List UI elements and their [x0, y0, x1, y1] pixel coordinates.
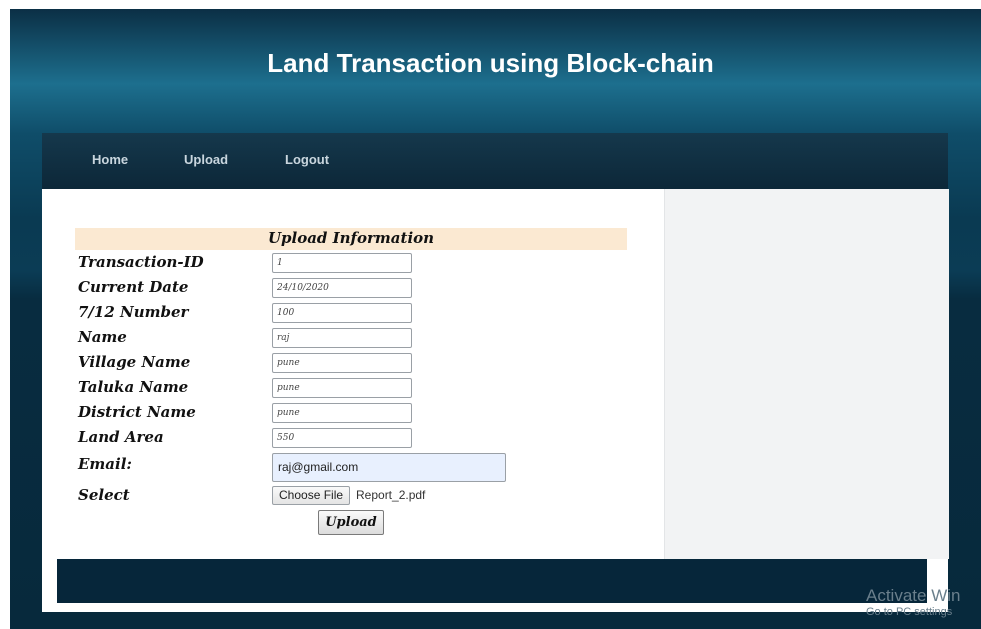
name-label: Name — [78, 328, 127, 346]
taluka-name-input[interactable]: pune — [272, 378, 412, 398]
land-area-label: Land Area — [78, 428, 164, 446]
email-label: Email: — [78, 455, 132, 473]
village-name-input[interactable]: pune — [272, 353, 412, 373]
district-name-label: District Name — [78, 403, 196, 421]
land-area-input[interactable]: 550 — [272, 428, 412, 448]
survey-number-label: 7/12 Number — [78, 303, 189, 321]
watermark-subtitle: Go to PC settings — [866, 606, 953, 618]
survey-number-input[interactable]: 100 — [272, 303, 412, 323]
nav-home-link[interactable]: Home — [92, 152, 128, 167]
selected-file-name: Report_2.pdf — [356, 488, 426, 502]
name-input[interactable]: raj — [272, 328, 412, 348]
district-name-input[interactable]: pune — [272, 403, 412, 423]
footer-bar — [57, 559, 927, 603]
current-date-label: Current Date — [78, 278, 189, 296]
taluka-name-label: Taluka Name — [78, 378, 189, 396]
transaction-id-input[interactable]: 1 — [272, 253, 412, 273]
form-title-bar: Upload Information — [75, 228, 627, 250]
form-title: Upload Information — [267, 229, 435, 247]
current-date-input[interactable]: 24/10/2020 — [272, 278, 412, 298]
nav-upload-link[interactable]: Upload — [184, 152, 228, 167]
nav-bar: Home Upload Logout — [42, 133, 948, 189]
upload-button[interactable]: Upload — [318, 510, 384, 535]
village-name-label: Village Name — [78, 353, 191, 371]
transaction-id-label: Transaction-ID — [78, 253, 204, 271]
email-input[interactable]: raj@gmail.com — [272, 453, 506, 482]
content-panel: Upload Information Transaction-ID 1 Curr… — [42, 189, 949, 612]
choose-file-button[interactable]: Choose File — [272, 486, 351, 505]
select-file-label: Select — [78, 486, 130, 504]
site-title: Land Transaction using Block-chain — [267, 48, 714, 78]
watermark-title: Activate Win — [866, 586, 961, 605]
activation-watermark: Activate Win Go to PC settings — [866, 586, 960, 618]
nav-logout-link[interactable]: Logout — [285, 152, 329, 167]
right-sidebar — [664, 189, 949, 559]
